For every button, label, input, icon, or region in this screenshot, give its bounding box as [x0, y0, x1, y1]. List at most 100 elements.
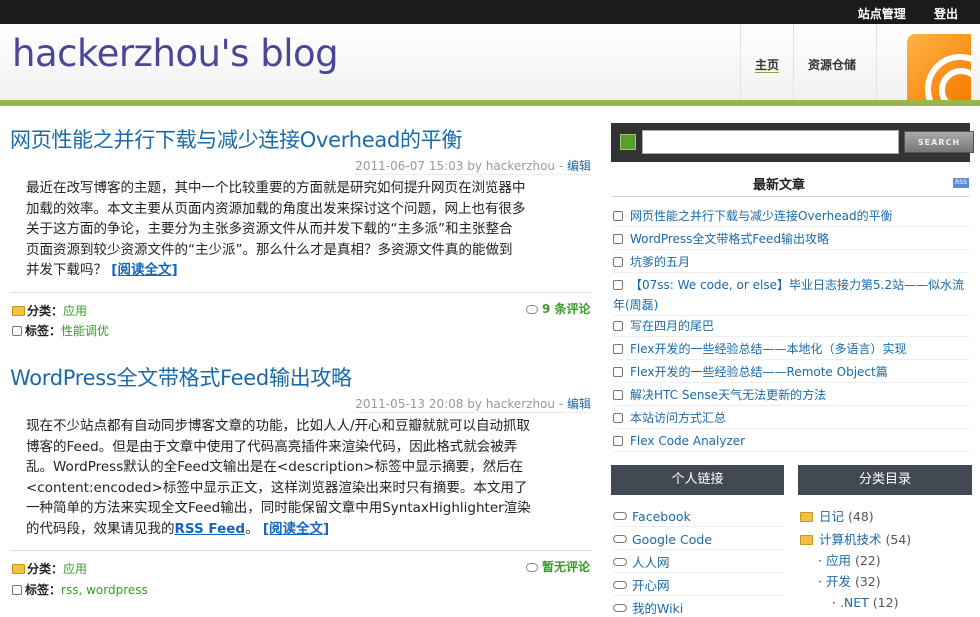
post-tags: 标签：性能调优 — [12, 322, 109, 339]
category-item[interactable]: 日记 (48) — [800, 508, 874, 526]
logout-link[interactable]: 登出 — [934, 7, 958, 21]
excerpt-line: <content:encoded>标签中显示正文，这样浏览器渲染出来时只有摘要。… — [26, 479, 528, 496]
excerpt-line: 现在不少站点都有自动同步博客文章的功能，比如人人/开心和豆瓣就就可以自动抓取 — [26, 418, 531, 434]
excerpt-line: 加载的效率。本文主要从页面内资源加载的角度出发来探讨这个问题，网上也有很多 — [26, 200, 526, 217]
link-item[interactable]: 人人网 — [613, 554, 785, 573]
recent-post-link[interactable]: Flex开发的一些经验总结——本地化（多语言）实现 — [630, 342, 907, 356]
category-link[interactable]: 日记 — [819, 509, 844, 524]
recent-post-item[interactable]: 解决HTC Sense天气无法更新的方法 — [613, 386, 970, 406]
read-more-link[interactable]: [阅读全文] — [111, 262, 177, 278]
post-excerpt: 最近在改写博客的主题，其中一个比较重要的方面就是研究如何提升网页在浏览器中 加载… — [26, 178, 586, 281]
rss-feed-icon[interactable] — [907, 34, 971, 100]
recent-post-item[interactable]: WordPress全文带格式Feed输出攻略 — [613, 230, 970, 250]
excerpt-line: 博客的Feed。但是由于文章中使用了代码高亮插件来渲染代码，因此格式就会被弄 — [26, 438, 518, 455]
main-nav: 主页 资源仓储 — [740, 24, 878, 100]
post-title[interactable]: 网页性能之并行下载与减少连接Overhead的平衡 — [10, 124, 592, 154]
recent-post-link[interactable]: 网页性能之并行下载与减少连接Overhead的平衡 — [630, 209, 893, 223]
tag-link[interactable]: rss, wordpress — [61, 583, 148, 597]
comment-icon — [526, 563, 538, 572]
recent-post-item[interactable]: Flex开发的一些经验总结——本地化（多语言）实现 — [613, 340, 970, 360]
recent-post-link[interactable]: 年(周磊) — [613, 298, 658, 312]
post: 网页性能之并行下载与减少连接Overhead的平衡 — [10, 124, 592, 154]
link-icon — [613, 581, 627, 589]
arrow-icon — [613, 436, 623, 446]
search-input[interactable] — [642, 130, 899, 154]
recent-post-link[interactable]: 本站访问方式汇总 — [630, 411, 726, 425]
category-count: (22) — [854, 553, 881, 568]
tags-label: 标签： — [25, 324, 62, 338]
arrow-icon — [613, 413, 623, 423]
post-title[interactable]: WordPress全文带格式Feed输出攻略 — [10, 362, 592, 392]
link-item[interactable]: Facebook — [613, 508, 785, 527]
category-label: 分类： — [27, 562, 64, 576]
category-item[interactable]: 计算机技术 (54) — [800, 531, 911, 549]
search-button[interactable]: SEARCH — [904, 131, 974, 153]
category-link[interactable]: 应用 — [826, 553, 851, 568]
link-facebook[interactable]: Facebook — [632, 509, 691, 524]
tag-icon — [12, 585, 22, 595]
category-item[interactable]: · .NET (12) — [832, 594, 898, 612]
edit-link[interactable]: 编辑 — [567, 397, 591, 411]
post: WordPress全文带格式Feed输出攻略 — [10, 362, 592, 392]
category-link[interactable]: 应用 — [63, 304, 87, 318]
recent-post-item[interactable]: Flex开发的一些经验总结——Remote Object篇 — [613, 363, 970, 383]
excerpt-text: 的代码段，效果请见我的 — [26, 520, 175, 537]
category-count: (54) — [885, 532, 912, 547]
link-renren[interactable]: 人人网 — [632, 555, 670, 570]
nav-home[interactable]: 主页 — [740, 24, 793, 100]
category-link[interactable]: 开发 — [826, 574, 851, 589]
rss-feed-link[interactable]: RSS Feed — [175, 521, 246, 537]
link-icon — [613, 604, 627, 612]
excerpt-line: 一种简单的方法来实现全文Feed输出，同时能保留文章中用SyntaxHighli… — [26, 500, 531, 516]
folder-icon — [12, 564, 25, 574]
site-admin-link[interactable]: 站点管理 — [858, 7, 906, 21]
categories-widget-title: 分类目录 — [798, 465, 972, 495]
category-item[interactable]: · 应用 (22) — [818, 552, 881, 570]
link-wiki[interactable]: 我的Wiki — [632, 601, 683, 616]
comments-count: 暂无评论 — [542, 560, 591, 574]
recent-post-link[interactable]: Flex Code Analyzer — [630, 434, 745, 448]
recent-post-link[interactable]: WordPress全文带格式Feed输出攻略 — [630, 232, 829, 246]
recent-post-link[interactable]: 写在四月的尾巴 — [630, 319, 714, 333]
recent-post-link[interactable]: 解决HTC Sense天气无法更新的方法 — [630, 388, 826, 402]
top-bar: 站点管理 登出 — [0, 0, 980, 24]
link-item[interactable]: 开心网 — [613, 577, 785, 596]
search-icon — [620, 134, 636, 150]
recent-posts-title: 最新文章 — [753, 178, 806, 193]
link-item[interactable]: 我的Wiki — [613, 600, 785, 617]
link-item[interactable]: Google Code — [613, 531, 785, 550]
recent-post-link[interactable]: 【07ss: We code, or else】毕业日志接力第5.2站——似水流 — [630, 278, 964, 292]
recent-post-item[interactable]: 【07ss: We code, or else】毕业日志接力第5.2站——似水流… — [613, 276, 970, 316]
comment-icon — [526, 305, 538, 314]
excerpt-text: 。 — [245, 520, 259, 537]
recent-post-item[interactable]: 坑爹的五月 — [613, 253, 970, 273]
recent-post-item[interactable]: 网页性能之并行下载与减少连接Overhead的平衡 — [613, 207, 970, 227]
recent-post-link[interactable]: Flex开发的一些经验总结——Remote Object篇 — [630, 365, 888, 379]
arrow-icon — [613, 234, 623, 244]
category-link[interactable]: 应用 — [63, 562, 87, 576]
category-label: 分类： — [27, 304, 64, 318]
edit-link[interactable]: 编辑 — [567, 159, 591, 173]
post-footer — [10, 292, 592, 293]
recent-post-link[interactable]: 坑爹的五月 — [630, 255, 690, 269]
link-google-code[interactable]: Google Code — [632, 532, 712, 547]
link-kaixin[interactable]: 开心网 — [632, 578, 670, 593]
links-widget-title: 个人链接 — [611, 465, 784, 495]
tag-link[interactable]: 性能调优 — [61, 324, 109, 338]
category-item[interactable]: · 开发 (32) — [818, 573, 881, 591]
post-category: 分类：应用 — [12, 560, 87, 577]
category-count: (32) — [854, 574, 881, 589]
category-link[interactable]: 计算机技术 — [819, 532, 882, 547]
recent-post-item[interactable]: Flex Code Analyzer — [613, 432, 970, 452]
nav-resources[interactable]: 资源仓储 — [793, 24, 878, 100]
recent-post-item[interactable]: 本站访问方式汇总 — [613, 409, 970, 429]
category-link[interactable]: .NET — [840, 595, 869, 610]
post-excerpt: 现在不少站点都有自动同步博客文章的功能，比如人人/开心和豆瓣就就可以自动抓取 博… — [26, 416, 586, 539]
post-category: 分类：应用 — [12, 302, 87, 319]
rss-badge-icon[interactable]: RSS — [953, 178, 969, 188]
excerpt-line: 的代码段，效果请见我的RSS Feed。 [阅读全文] — [26, 519, 586, 540]
recent-post-item[interactable]: 写在四月的尾巴 — [613, 317, 970, 337]
arrow-icon — [613, 390, 623, 400]
read-more-link[interactable]: [阅读全文] — [263, 521, 329, 537]
blog-title[interactable]: hackerzhou's blog — [12, 32, 339, 75]
